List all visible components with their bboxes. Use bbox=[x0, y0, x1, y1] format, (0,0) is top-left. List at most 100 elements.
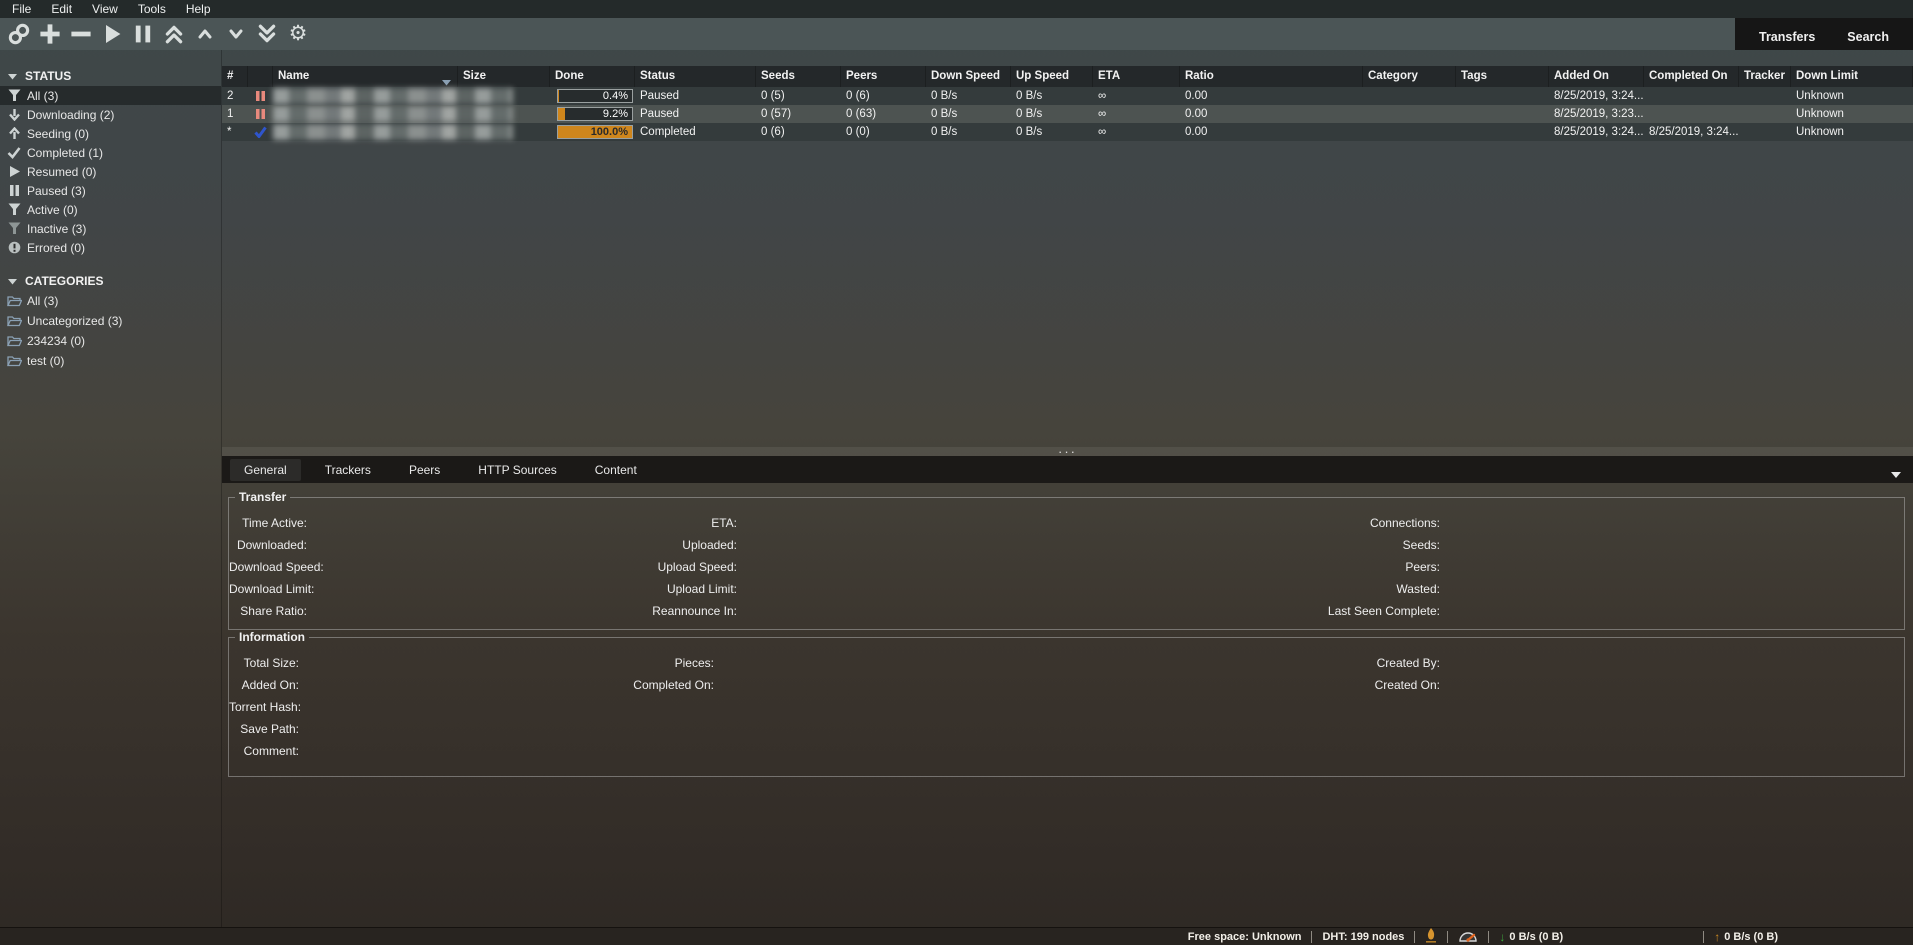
row-eta: ∞ bbox=[1093, 123, 1180, 141]
sidebar-item-label: Active (0) bbox=[27, 203, 78, 217]
add-torrent-button[interactable] bbox=[37, 21, 63, 47]
move-bottom-button[interactable] bbox=[254, 21, 280, 47]
col-header-name[interactable]: Name bbox=[273, 66, 458, 87]
chevron-down-icon[interactable] bbox=[1891, 466, 1901, 484]
field-label: Created By: bbox=[714, 656, 1440, 670]
menu-view[interactable]: View bbox=[82, 2, 128, 16]
row-peers: 0 (6) bbox=[841, 87, 926, 105]
move-top-button[interactable] bbox=[161, 21, 187, 47]
row-eta: ∞ bbox=[1093, 87, 1180, 105]
sidebar-item-all[interactable]: All (3) bbox=[0, 86, 221, 105]
download-speed-status: ↓ 0 B/s (0 B) bbox=[1489, 930, 1573, 944]
col-header-completedon[interactable]: Completed On bbox=[1644, 66, 1739, 87]
sidebar-item-downloading[interactable]: Downloading (2) bbox=[0, 105, 221, 124]
move-down-button[interactable] bbox=[223, 21, 249, 47]
transfer-legend: Transfer bbox=[235, 490, 290, 504]
field-label: Download Limit: bbox=[229, 582, 307, 596]
sidebar-item-label: All (3) bbox=[27, 294, 58, 308]
connection-status-button[interactable] bbox=[1415, 927, 1447, 945]
col-header-peers[interactable]: Peers bbox=[841, 66, 926, 87]
toolbar: ⚙ bbox=[0, 18, 1913, 50]
play-icon bbox=[6, 165, 22, 178]
table-row[interactable]: 1 9.2% Paused 0 (57) 0 (63) 0 B/s 0 B/s … bbox=[222, 105, 1913, 123]
status-bar: Free space: Unknown DHT: 199 nodes ↓ 0 B… bbox=[0, 927, 1913, 945]
field-label: Save Path: bbox=[229, 722, 299, 736]
move-down-icon bbox=[226, 24, 246, 44]
sidebar-item-active[interactable]: Active (0) bbox=[0, 200, 221, 219]
funnel-dim-icon bbox=[6, 222, 22, 235]
sidebar-item-seeding[interactable]: Seeding (0) bbox=[0, 124, 221, 143]
sidebar-category-test[interactable]: test (0) bbox=[0, 351, 221, 371]
menu-help[interactable]: Help bbox=[176, 2, 221, 16]
col-header-num[interactable]: # bbox=[222, 66, 248, 87]
sidebar-item-resumed[interactable]: Resumed (0) bbox=[0, 162, 221, 181]
tab-trackers[interactable]: Trackers bbox=[311, 459, 385, 481]
sidebar-category-all[interactable]: All (3) bbox=[0, 291, 221, 311]
tab-transfers[interactable]: Transfers bbox=[1753, 28, 1821, 46]
col-header-ratio[interactable]: Ratio bbox=[1180, 66, 1363, 87]
categories-section-header[interactable]: CATEGORIES bbox=[0, 271, 221, 291]
sidebar-category-uncategorized[interactable]: Uncategorized (3) bbox=[0, 311, 221, 331]
col-header-upspeed[interactable]: Up Speed bbox=[1011, 66, 1093, 87]
table-row[interactable]: 2 0.4% Paused 0 (5) 0 (6) 0 B/s 0 B/s ∞ … bbox=[222, 87, 1913, 105]
row-completedon bbox=[1644, 87, 1739, 105]
remove-torrent-button[interactable] bbox=[68, 21, 94, 47]
row-peers: 0 (63) bbox=[841, 105, 926, 123]
menu-tools[interactable]: Tools bbox=[128, 2, 176, 16]
col-header-status[interactable]: Status bbox=[635, 66, 756, 87]
col-header-stateicon[interactable] bbox=[248, 66, 273, 87]
tab-http-sources[interactable]: HTTP Sources bbox=[464, 459, 570, 481]
sidebar-item-errored[interactable]: Errored (0) bbox=[0, 238, 221, 257]
sidebar-item-completed[interactable]: Completed (1) bbox=[0, 143, 221, 162]
field-label: Created On: bbox=[714, 678, 1440, 692]
field-label: Upload Limit: bbox=[307, 582, 737, 596]
options-button[interactable]: ⚙ bbox=[285, 21, 311, 47]
resume-button[interactable] bbox=[99, 21, 125, 47]
row-completedon: 8/25/2019, 3:24... bbox=[1644, 123, 1739, 141]
menu-edit[interactable]: Edit bbox=[41, 2, 82, 16]
connection-status-icon bbox=[1425, 927, 1437, 945]
col-header-seeds[interactable]: Seeds bbox=[756, 66, 841, 87]
tab-content[interactable]: Content bbox=[581, 459, 651, 481]
col-header-addedon[interactable]: Added On bbox=[1549, 66, 1644, 87]
col-header-tags[interactable]: Tags bbox=[1456, 66, 1549, 87]
row-downspeed: 0 B/s bbox=[926, 123, 1011, 141]
sidebar-item-paused[interactable]: Paused (3) bbox=[0, 181, 221, 200]
main-view-tabs: Transfers Search bbox=[1735, 14, 1913, 50]
sidebar-category-234234[interactable]: 234234 (0) bbox=[0, 331, 221, 351]
field-label: Seeds: bbox=[737, 538, 1440, 552]
tab-general[interactable]: General bbox=[230, 459, 301, 481]
alt-speed-limits-icon bbox=[1458, 928, 1478, 945]
detail-tab-bar: General Trackers Peers HTTP Sources Cont… bbox=[222, 456, 1913, 483]
row-status: Completed bbox=[635, 123, 756, 141]
pause-button[interactable] bbox=[130, 21, 156, 47]
table-row[interactable]: * 100.0% Completed 0 (6) 0 (0) 0 B/s 0 B… bbox=[222, 123, 1913, 141]
sidebar-item-label: 234234 (0) bbox=[27, 334, 85, 348]
row-done: 0.4% bbox=[550, 87, 635, 105]
col-header-tracker[interactable]: Tracker bbox=[1739, 66, 1791, 87]
sidebar-item-label: Errored (0) bbox=[27, 241, 85, 255]
row-num: * bbox=[222, 123, 248, 141]
options-gear-icon: ⚙ bbox=[289, 24, 308, 44]
add-magnet-button[interactable] bbox=[6, 21, 32, 47]
col-header-size[interactable]: Size bbox=[458, 66, 550, 87]
col-header-category[interactable]: Category bbox=[1363, 66, 1456, 87]
progress-bar: 9.2% bbox=[557, 107, 633, 121]
col-header-done[interactable]: Done bbox=[550, 66, 635, 87]
col-header-downspeed[interactable]: Down Speed bbox=[926, 66, 1011, 87]
menu-file[interactable]: File bbox=[2, 2, 41, 16]
move-bottom-icon bbox=[256, 23, 278, 45]
sidebar-item-label: Seeding (0) bbox=[27, 127, 89, 141]
panel-splitter[interactable]: ··· bbox=[222, 447, 1913, 456]
status-section-header[interactable]: STATUS bbox=[0, 66, 221, 86]
tab-peers[interactable]: Peers bbox=[395, 459, 454, 481]
col-header-eta[interactable]: ETA bbox=[1093, 66, 1180, 87]
row-category bbox=[1363, 123, 1456, 141]
row-status: Paused bbox=[635, 87, 756, 105]
tab-search[interactable]: Search bbox=[1841, 28, 1895, 46]
col-header-downlimit[interactable]: Down Limit bbox=[1791, 66, 1913, 87]
field-label: Upload Speed: bbox=[307, 560, 737, 574]
sidebar-item-inactive[interactable]: Inactive (3) bbox=[0, 219, 221, 238]
alt-speed-limits-button[interactable] bbox=[1448, 928, 1488, 945]
move-up-button[interactable] bbox=[192, 21, 218, 47]
